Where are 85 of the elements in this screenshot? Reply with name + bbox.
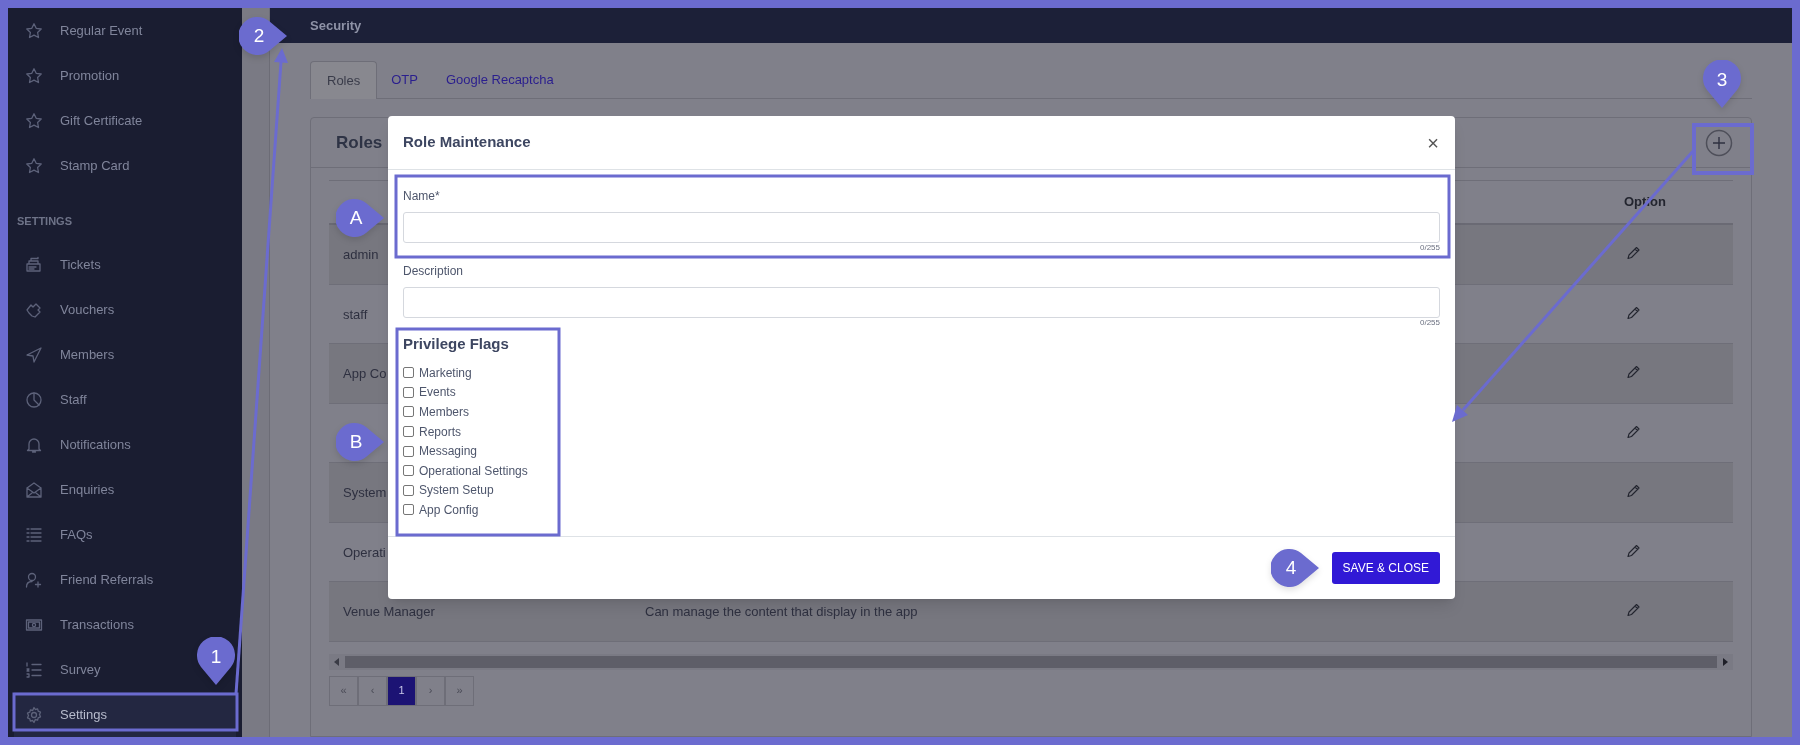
field-label: Name* — [403, 188, 441, 204]
sidebar-item[interactable]: Promotion — [8, 53, 188, 98]
pencil-icon[interactable] — [1625, 542, 1641, 559]
tab[interactable]: Roles — [310, 61, 378, 99]
sidebar-item[interactable]: Settings — [14, 692, 236, 737]
pencil-icon[interactable] — [1625, 245, 1641, 261]
card-title: Roles — [336, 131, 383, 154]
tab[interactable]: Google Recaptcha — [432, 61, 568, 99]
checkbox[interactable] — [403, 484, 414, 496]
table-cell-text: System — [343, 484, 387, 502]
checkbox-label: App Config — [419, 501, 479, 519]
sidebar-item[interactable]: Friend Referrals — [8, 557, 188, 602]
sidebar-item[interactable]: Stamp Card — [8, 143, 188, 188]
callout-marker: 4 — [1271, 548, 1319, 588]
sidebar-item[interactable]: Transactions — [8, 602, 188, 647]
sidebar-item[interactable]: Enquiries — [8, 467, 188, 512]
star-icon — [25, 111, 43, 130]
callout-marker: B — [336, 422, 384, 462]
checkbox-label: Members — [419, 404, 469, 421]
sidebar-item[interactable]: Staff — [8, 377, 188, 422]
star-icon — [25, 21, 43, 40]
pencil-icon[interactable] — [1625, 304, 1641, 321]
horizontal-scrollbar[interactable] — [329, 653, 1733, 670]
envelope-icon — [25, 480, 43, 499]
modal-title: Role Maintenance — [403, 132, 531, 153]
checkbox-label: Marketing — [419, 364, 472, 382]
table-cell-text: admin — [343, 246, 379, 264]
pie-chart-icon — [25, 390, 43, 409]
annotation-box — [1692, 123, 1754, 175]
pencil-icon[interactable] — [1625, 602, 1641, 618]
gear-icon — [25, 705, 43, 724]
table-cell-text: Venue Manager — [343, 603, 435, 621]
table-cell-text: Operati — [343, 543, 386, 562]
save-close-button[interactable]: SAVE & CLOSE — [1331, 552, 1440, 584]
page-title: Security — [310, 16, 362, 35]
callout-marker: 3 — [1702, 60, 1742, 108]
sidebar-item[interactable]: Tickets — [8, 242, 188, 287]
list-icon — [25, 525, 43, 544]
checkbox[interactable] — [403, 367, 414, 379]
field-label: Description — [403, 263, 465, 279]
pencil-icon[interactable] — [1625, 364, 1641, 380]
text-field[interactable] — [403, 212, 1440, 243]
sidebar-item[interactable]: Notifications — [8, 422, 188, 467]
scrollbar-thumb[interactable] — [345, 655, 1717, 668]
section-heading: Privilege Flags — [403, 334, 509, 353]
text-field[interactable] — [403, 287, 1440, 318]
checkbox-label: Operational Settings — [419, 462, 528, 480]
checkbox[interactable] — [403, 386, 414, 398]
sidebar-item[interactable]: Survey — [8, 647, 188, 692]
page-button[interactable]: 1 — [387, 675, 416, 706]
checkbox[interactable] — [403, 406, 414, 418]
sidebar-item[interactable]: Vouchers — [8, 287, 188, 332]
user-plus-icon — [25, 570, 43, 589]
numbered-list-icon — [25, 660, 43, 679]
bell-icon — [25, 435, 43, 454]
sidebar-item[interactable]: Gift Certificate — [8, 98, 188, 143]
pencil-icon[interactable] — [1625, 483, 1641, 499]
tab[interactable]: OTP — [377, 61, 432, 99]
close-button[interactable]: × — [1427, 132, 1439, 153]
checkbox[interactable] — [403, 504, 414, 516]
character-counter: 0/255 — [1419, 318, 1440, 328]
table-cell-text: Can manage the content that display in the app — [645, 603, 918, 621]
callout-marker: 1 — [196, 637, 236, 685]
character-counter: 0/255 — [1419, 243, 1440, 253]
checkbox-label: Reports — [419, 423, 462, 441]
add-icon[interactable] — [1705, 128, 1733, 157]
sidebar-item[interactable]: FAQs — [8, 512, 188, 557]
checkbox[interactable] — [403, 426, 414, 438]
checkbox-label: Messaging — [419, 443, 478, 461]
callout-marker: 2 — [239, 16, 287, 56]
star-icon — [25, 156, 43, 175]
sidebar-item[interactable]: Regular Event — [8, 8, 188, 53]
checkbox-label: Events — [419, 384, 456, 402]
callout-marker: A — [336, 198, 384, 238]
table-cell-text: staff — [343, 305, 368, 324]
checkbox[interactable] — [403, 445, 414, 457]
checkbox[interactable] — [403, 465, 414, 477]
ticket-icon — [25, 255, 43, 274]
checkbox-label: System Setup — [419, 482, 494, 500]
star-icon — [25, 66, 43, 85]
table-cell-text: App Co — [343, 365, 387, 383]
pencil-icon[interactable] — [1625, 423, 1641, 440]
section-heading: SETTINGS — [16, 214, 73, 229]
paper-plane-icon — [25, 345, 43, 364]
sidebar-item[interactable]: Members — [8, 332, 188, 377]
